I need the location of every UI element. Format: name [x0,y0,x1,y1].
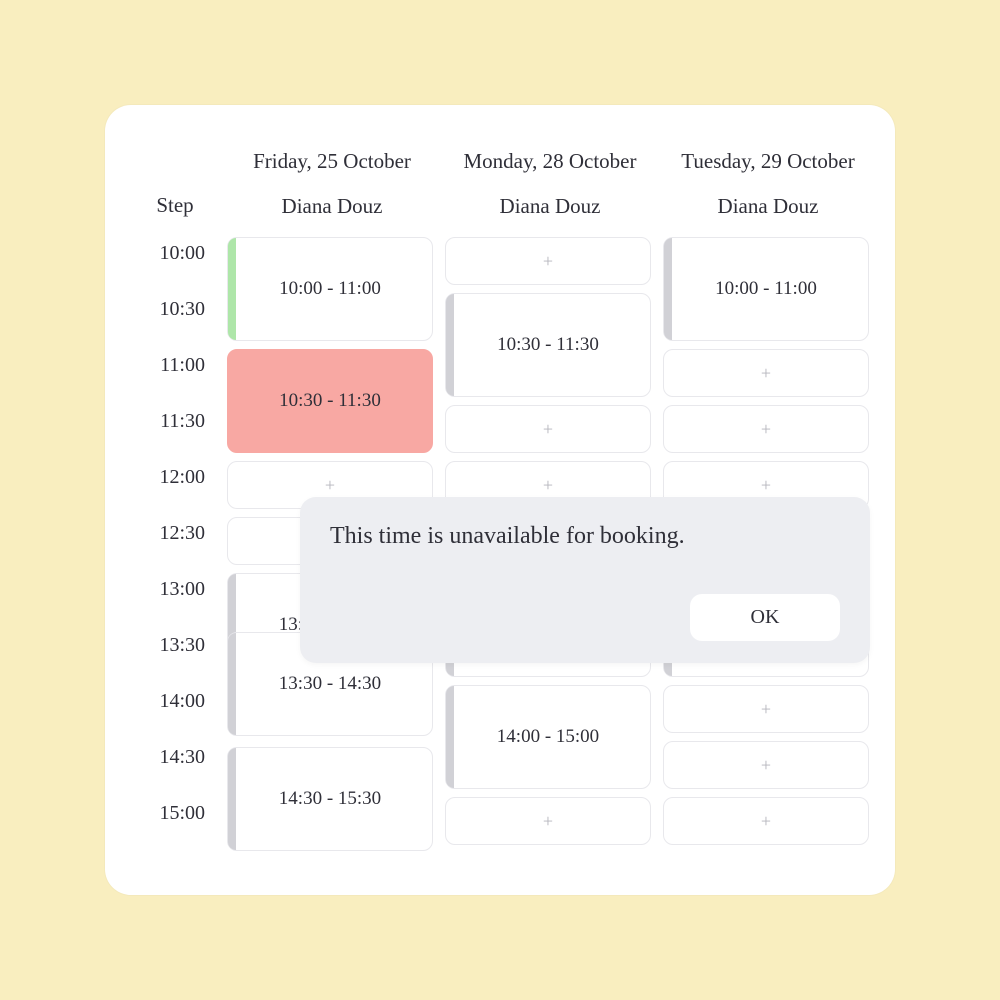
date-header: Friday, 25 October [227,145,437,194]
slot-status-bar [228,350,236,452]
date-header: Monday, 28 October [445,145,655,194]
step-label: Step [135,145,215,238]
time-label: 12:00 [135,462,215,518]
booked-slot[interactable]: 14:30 - 15:30 [227,747,433,851]
modal-message: This time is unavailable for booking. [330,523,840,550]
slot-time-label: 10:00 - 11:00 [715,278,817,300]
time-label: 12:30 [135,518,215,574]
add-slot-button[interactable]: + [663,405,869,453]
booked-slot[interactable]: 10:30 - 11:30 [445,293,651,397]
add-slot-button[interactable]: + [663,797,869,845]
slot-time-label: 10:30 - 11:30 [497,334,599,356]
slot-status-bar [664,238,672,340]
add-slot-button[interactable]: + [445,237,651,285]
time-column: Step 10:0010:3011:0011:3012:0012:3013:00… [135,145,215,858]
booked-slot[interactable]: 10:00 - 11:00 [663,237,869,341]
add-slot-button[interactable]: + [663,685,869,733]
slot-status-bar [228,633,236,735]
time-label: 15:00 [135,798,215,854]
date-header: Tuesday, 29 October [663,145,873,194]
ok-button[interactable]: OK [690,594,840,641]
time-label: 14:00 [135,686,215,742]
staff-header: Diana Douz [445,194,655,237]
slot-status-bar [228,238,236,340]
slot-time-label: 14:00 - 15:00 [497,726,599,748]
staff-header: Diana Douz [227,194,437,237]
add-slot-button[interactable]: + [663,349,869,397]
selected-slot[interactable]: 10:30 - 11:30 [227,349,433,453]
time-label: 13:30 [135,630,215,686]
add-slot-button[interactable]: + [445,405,651,453]
slot-time-label: 10:00 - 11:00 [279,278,381,300]
time-label: 11:30 [135,406,215,462]
slot-time-label: 14:30 - 15:30 [279,788,381,810]
slot-status-bar [228,748,236,850]
time-label: 11:00 [135,350,215,406]
time-label: 14:30 [135,742,215,798]
booked-slot[interactable]: 14:00 - 15:00 [445,685,651,789]
booked-slot[interactable]: 10:00 - 11:00 [227,237,433,341]
time-label: 10:30 [135,294,215,350]
add-slot-button[interactable]: + [663,741,869,789]
slot-time-label: 13:30 - 14:30 [279,673,381,695]
time-label: 10:00 [135,238,215,294]
staff-header: Diana Douz [663,194,873,237]
add-slot-button[interactable]: + [445,797,651,845]
slot-status-bar [446,686,454,788]
unavailable-modal: This time is unavailable for booking. OK [300,497,870,663]
scheduler-card: Step 10:0010:3011:0011:3012:0012:3013:00… [105,105,895,895]
slot-status-bar [446,294,454,396]
time-label: 13:00 [135,574,215,630]
slot-time-label: 10:30 - 11:30 [279,390,381,412]
